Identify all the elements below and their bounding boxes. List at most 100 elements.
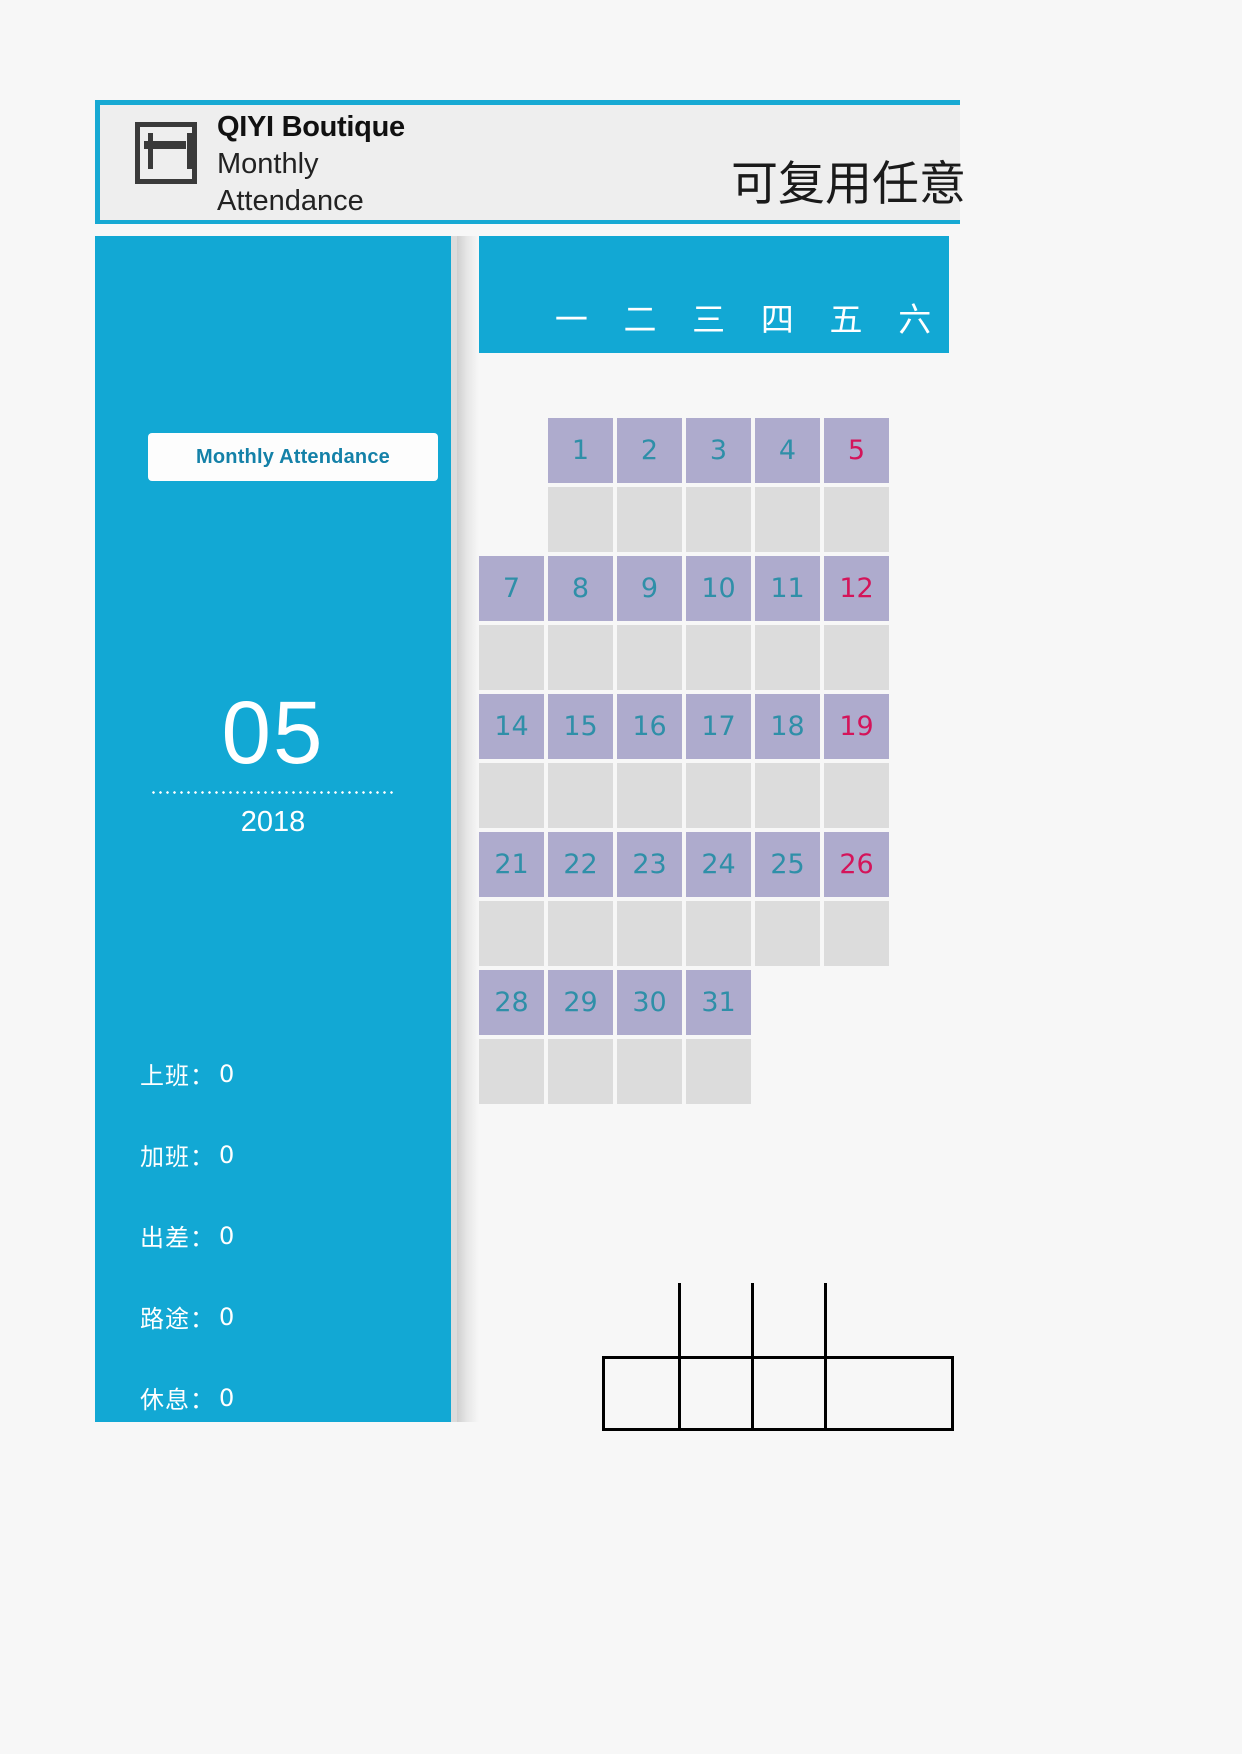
calendar-note-cell[interactable] — [824, 487, 889, 552]
calendar-note-cell[interactable] — [479, 763, 544, 828]
calendar-day-cell[interactable]: 9 — [617, 556, 682, 621]
calendar-day-cell[interactable]: 12 — [824, 556, 889, 621]
calendar-note-cell-empty — [824, 1039, 889, 1104]
stat-label: 出差： — [140, 1224, 215, 1252]
calendar-note-cell[interactable] — [755, 901, 820, 966]
calendar-note-cell[interactable] — [686, 625, 751, 690]
calendar-note-cell[interactable] — [617, 1039, 682, 1104]
calendar-day-cell[interactable]: 22 — [548, 832, 613, 897]
calendar-day-row: 14 15 16 17 18 19 — [479, 694, 949, 759]
brand-block: QIYI Boutique Monthly Attendance — [135, 113, 405, 216]
brand-title: QIYI Boutique — [217, 111, 405, 143]
app-body: Monthly Attendance 05 2018 上班： 0 加班： 0 出… — [95, 236, 960, 1431]
stat-label: 上班： — [140, 1062, 215, 1090]
calendar-day-cell[interactable]: 25 — [755, 832, 820, 897]
stat-value: 0 — [219, 1302, 235, 1331]
calendar-day-cell[interactable]: 28 — [479, 970, 544, 1035]
calendar-note-cell-empty — [755, 1039, 820, 1104]
calendar-day-row: 28 29 30 31 — [479, 970, 949, 1035]
calendar-day-cell[interactable]: 8 — [548, 556, 613, 621]
stat-row: 加班： 0 — [140, 1137, 440, 1172]
brand-subtitle-line2: Attendance — [217, 185, 364, 217]
month-divider — [150, 791, 395, 794]
weekday-label-sat: 六 — [898, 300, 932, 339]
stat-value: 0 — [219, 1383, 235, 1412]
weekday-label-mon: 一 — [554, 300, 588, 339]
calendar-note-cell-empty — [479, 487, 544, 552]
calendar-note-cell[interactable] — [479, 901, 544, 966]
weekday-header: 一 二 三 四 五 六 — [479, 236, 949, 353]
calendar-note-cell[interactable] — [755, 763, 820, 828]
calendar-note-cell[interactable] — [617, 487, 682, 552]
stat-label: 路途： — [140, 1305, 215, 1333]
calendar-day-cell[interactable]: 2 — [617, 418, 682, 483]
calendar-note-cell[interactable] — [548, 625, 613, 690]
calendar-day-row: 12345 — [479, 418, 949, 483]
calendar-week-row: 21 22 23 24 25 26 — [479, 832, 949, 966]
calendar-day-cell[interactable]: 16 — [617, 694, 682, 759]
calendar-day-cell[interactable]: 18 — [755, 694, 820, 759]
calendar-note-cell[interactable] — [617, 901, 682, 966]
calendar-day-cell-empty — [479, 418, 544, 483]
stat-value: 0 — [219, 1059, 235, 1088]
stat-value: 0 — [219, 1140, 235, 1169]
calendar-note-cell[interactable] — [479, 625, 544, 690]
calendar-note-cell[interactable] — [755, 487, 820, 552]
calendar-note-cell[interactable] — [548, 763, 613, 828]
stat-row: 上班： 0 — [140, 1056, 440, 1091]
app-header: QIYI Boutique Monthly Attendance 可复用任意 — [95, 100, 966, 224]
stat-row: 路途： 0 — [140, 1299, 440, 1334]
calendar-day-cell[interactable]: 4 — [755, 418, 820, 483]
calendar-note-cell[interactable] — [824, 763, 889, 828]
sidebar-divider — [457, 236, 479, 1422]
calendar-day-cell[interactable]: 19 — [824, 694, 889, 759]
calendar-day-cell[interactable]: 14 — [479, 694, 544, 759]
calendar-day-cell[interactable]: 29 — [548, 970, 613, 1035]
calendar-note-cell[interactable] — [824, 901, 889, 966]
calendar-day-cell[interactable]: 23 — [617, 832, 682, 897]
calendar-note-cell[interactable] — [686, 487, 751, 552]
weekday-label-thu: 四 — [760, 300, 794, 339]
calendar-day-cell-empty — [755, 970, 820, 1035]
stats-list: 上班： 0 加班： 0 出差： 0 路途： 0 休息： 0 — [140, 1056, 440, 1461]
header-note-text: 可复用任意 — [731, 157, 966, 212]
calendar-note-cell[interactable] — [548, 487, 613, 552]
calendar-day-cell[interactable]: 30 — [617, 970, 682, 1035]
calendar-week-row: 12345 — [479, 418, 949, 552]
calendar-day-cell[interactable]: 31 — [686, 970, 751, 1035]
calendar-day-cell[interactable]: 1 — [548, 418, 613, 483]
month-number: 05 — [221, 682, 325, 782]
weekday-label-wed: 三 — [692, 300, 726, 339]
calendar-day-cell[interactable]: 5 — [824, 418, 889, 483]
calendar-panel: 一 二 三 四 五 六 1 2 3 4 5 7 8 9 10 11 12 14 15 16 17 18 19 21… — [479, 236, 960, 1422]
monthly-attendance-button[interactable]: Monthly Attendance — [148, 433, 438, 481]
calendar-week-row: 28 29 30 31 — [479, 970, 949, 1104]
calendar-note-cell[interactable] — [686, 901, 751, 966]
calendar-day-cell[interactable]: 26 — [824, 832, 889, 897]
calendar-day-cell-empty — [824, 970, 889, 1035]
calendar-day-cell[interactable]: 17 — [686, 694, 751, 759]
calendar-day-cell[interactable]: 7 — [479, 556, 544, 621]
calendar-note-cell[interactable] — [479, 1039, 544, 1104]
calendar-day-cell[interactable]: 21 — [479, 832, 544, 897]
calendar-book-icon — [135, 122, 197, 184]
calendar-day-cell[interactable]: 24 — [686, 832, 751, 897]
calendar-day-row: 7 8 9 10 11 12 — [479, 556, 949, 621]
calendar-day-cell[interactable]: 10 — [686, 556, 751, 621]
year-number: 2018 — [240, 806, 306, 838]
calendar-note-cell[interactable] — [824, 625, 889, 690]
calendar-day-cell[interactable]: 3 — [686, 418, 751, 483]
stat-label: 休息： — [140, 1386, 215, 1414]
calendar-note-cell[interactable] — [617, 625, 682, 690]
calendar-day-cell[interactable]: 15 — [548, 694, 613, 759]
calendar-note-cell[interactable] — [548, 901, 613, 966]
calendar-day-row: 21 22 23 24 25 26 — [479, 832, 949, 897]
calendar-note-cell[interactable] — [686, 1039, 751, 1104]
calendar-note-cell[interactable] — [755, 625, 820, 690]
calendar-note-row — [479, 901, 949, 966]
calendar-note-cell[interactable] — [686, 763, 751, 828]
calendar-day-cell[interactable]: 11 — [755, 556, 820, 621]
calendar-note-cell[interactable] — [548, 1039, 613, 1104]
overlay-hline — [602, 1428, 954, 1431]
calendar-note-cell[interactable] — [617, 763, 682, 828]
